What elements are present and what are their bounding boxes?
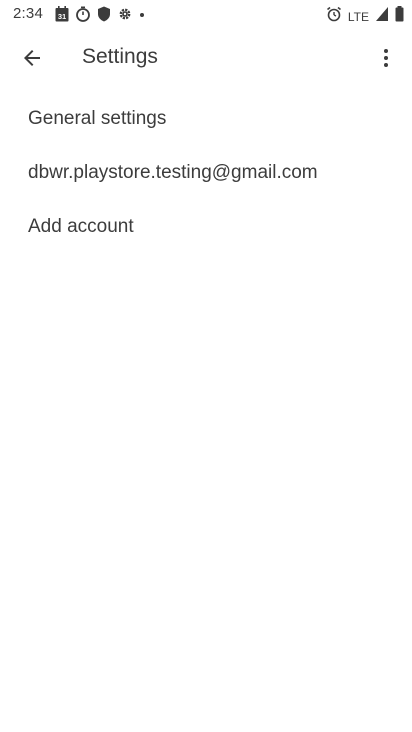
signal-icon bbox=[375, 6, 389, 27]
network-type: LTE bbox=[347, 9, 369, 24]
svg-text:31: 31 bbox=[58, 12, 66, 21]
list-item-label: dbwr.playstore.testing@gmail.com bbox=[28, 162, 318, 183]
overflow-menu-button[interactable] bbox=[370, 40, 402, 80]
screen: 2:34 31 LTE Settings General settings db… bbox=[0, 0, 412, 732]
back-button[interactable] bbox=[12, 40, 52, 80]
shield-icon bbox=[97, 6, 111, 27]
list-item-label: General settings bbox=[28, 108, 167, 129]
add-account-item[interactable]: Add account bbox=[0, 200, 412, 254]
status-icons-right: LTE bbox=[326, 6, 404, 27]
app-bar: Settings bbox=[0, 28, 412, 88]
account-item[interactable]: dbwr.playstore.testing@gmail.com bbox=[0, 146, 412, 200]
more-vert-icon bbox=[383, 48, 389, 73]
battery-icon bbox=[395, 6, 404, 27]
status-icons-left: 31 bbox=[55, 6, 145, 27]
dot-icon bbox=[139, 6, 145, 27]
settings-list: General settings dbwr.playstore.testing@… bbox=[0, 92, 412, 254]
arrow-back-icon bbox=[22, 48, 42, 73]
calendar-icon: 31 bbox=[55, 6, 69, 27]
status-bar: 2:34 31 LTE bbox=[0, 0, 412, 28]
page-title: Settings bbox=[82, 45, 158, 68]
general-settings-item[interactable]: General settings bbox=[0, 92, 412, 146]
alarm-icon bbox=[326, 6, 342, 27]
settings-gear-icon bbox=[117, 6, 133, 27]
status-time: 2:34 bbox=[13, 5, 43, 22]
timer-icon bbox=[75, 6, 91, 27]
list-item-label: Add account bbox=[28, 216, 134, 237]
